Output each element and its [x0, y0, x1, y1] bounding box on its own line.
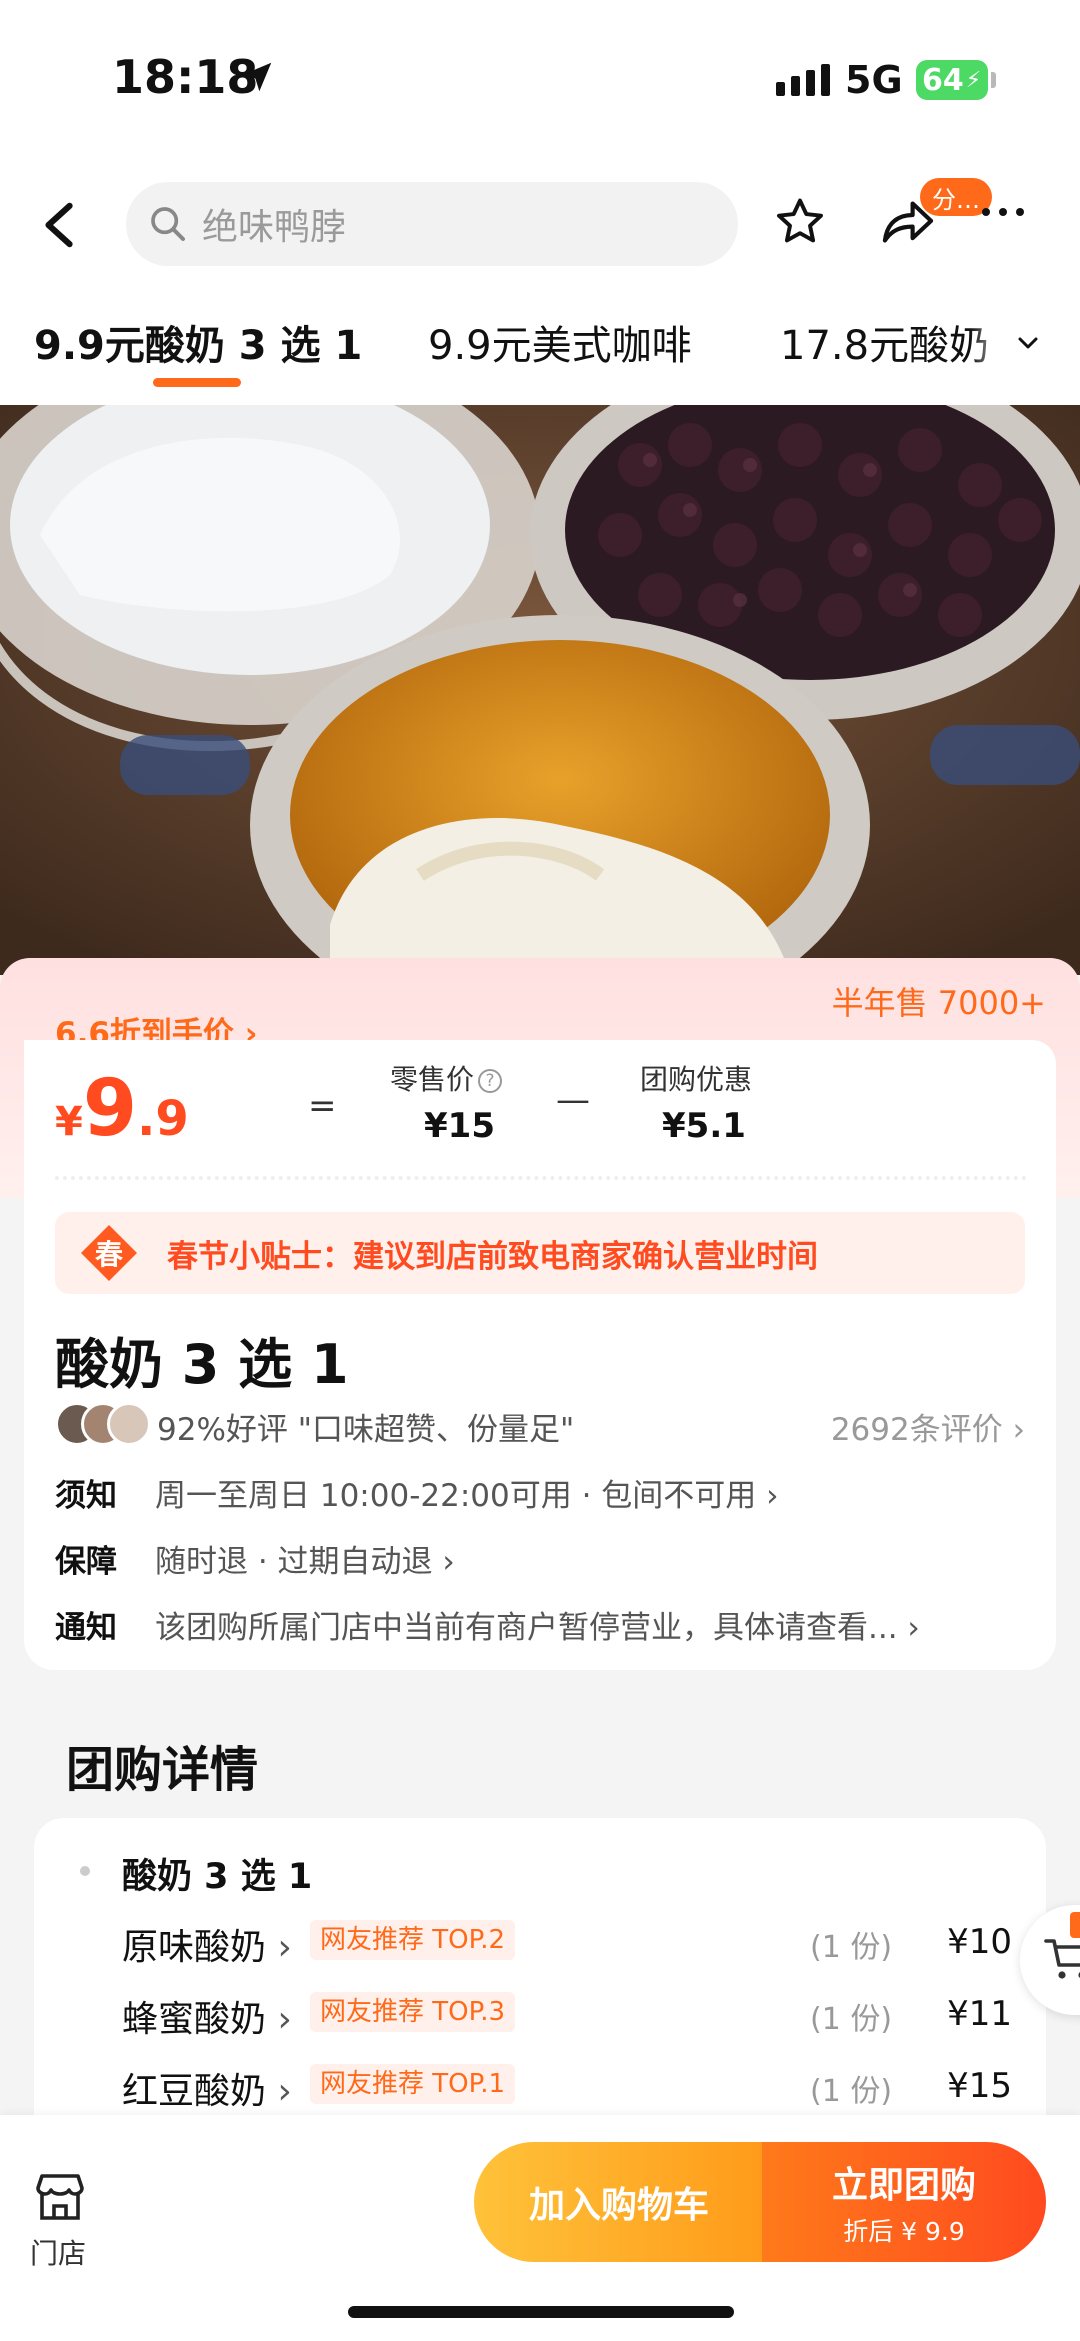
- final-price: ¥9.9: [55, 1064, 189, 1154]
- price-decimal: .9: [137, 1091, 189, 1147]
- guarantee-value-text: 随时退 · 过期自动退: [155, 1544, 433, 1580]
- more-options-icon[interactable]: [982, 208, 1024, 216]
- notice-value-text: 周一至周日 10:00-22:00可用 · 包间不可用: [155, 1478, 757, 1514]
- package-tabs: 9.9元酸奶 3 选 1 9.9元美式咖啡 17.8元酸奶: [0, 285, 1080, 405]
- signal-icon: [776, 64, 830, 96]
- festival-tip-banner: 春 春节小贴士：建议到店前致电商家确认营业时间: [55, 1212, 1025, 1294]
- notice-value: 周一至周日 10:00-22:00可用 · 包间不可用 ›: [155, 1478, 779, 1514]
- guarantee-key: 保障: [55, 1544, 117, 1580]
- status-bar: 18:18 5G 64 ⚡: [0, 0, 1080, 160]
- battery-icon: 64 ⚡: [916, 60, 988, 100]
- item-price: ¥10: [947, 1922, 1012, 1962]
- list-item[interactable]: 红豆酸奶 › 网友推荐 TOP.1 (1 份) ¥15: [122, 2062, 1012, 2118]
- notice-key: 须知: [55, 1478, 117, 1514]
- item-rank-tag: 网友推荐 TOP.1: [310, 2064, 516, 2104]
- detail-heading: 团购详情: [66, 1742, 259, 1798]
- price-integer: 9: [82, 1064, 138, 1154]
- cart-badge-dot: [1070, 1912, 1080, 1938]
- list-item[interactable]: 原味酸奶 › 网友推荐 TOP.2 (1 份) ¥10: [122, 1918, 1012, 1974]
- active-tab-indicator: [153, 378, 241, 387]
- spring-festival-badge-icon: 春: [79, 1223, 139, 1283]
- tab-package-3[interactable]: 17.8元酸奶: [780, 313, 989, 371]
- retail-price-label: 零售价?: [390, 1058, 503, 1098]
- announcement-key: 通知: [55, 1610, 117, 1646]
- item-rank-tag: 网友推荐 TOP.3: [310, 1992, 516, 2032]
- dotted-divider: [55, 1176, 1027, 1180]
- review-count-text: 2692条评价: [830, 1412, 1003, 1448]
- cart-icon: [1044, 1939, 1080, 1979]
- minus-sign: —: [556, 1080, 590, 1120]
- item-name: 原味酸奶 ›: [122, 1927, 292, 1968]
- top-nav-bar: 绝味鸭脖 分…: [0, 160, 1080, 285]
- location-arrow-icon: [242, 62, 272, 92]
- group-discount-value: ¥5.1: [662, 1106, 746, 1146]
- item-name-text: 原味酸奶: [122, 1927, 267, 1968]
- festival-tip-text: 春节小贴士：建议到店前致电商家确认营业时间: [167, 1238, 818, 1275]
- add-to-cart-button[interactable]: 加入购物车: [474, 2142, 764, 2262]
- search-bar[interactable]: 绝味鸭脖: [126, 182, 738, 266]
- half-year-sales: 半年售 7000+: [831, 984, 1046, 1022]
- tab-package-2[interactable]: 9.9元美式咖啡: [428, 313, 692, 371]
- home-indicator[interactable]: [348, 2306, 734, 2318]
- list-item[interactable]: 蜂蜜酸奶 › 网友推荐 TOP.3 (1 份) ¥11: [122, 1990, 1012, 2046]
- item-name-text: 红豆酸奶: [122, 2071, 267, 2112]
- review-summary-row[interactable]: 92%好评 "口味超赞、份量足" 2692条评价 ›: [55, 1398, 1025, 1452]
- announcement-value: 该团购所属门店中当前有商户暂停营业，具体请查看... ›: [155, 1610, 920, 1646]
- spring-badge-char: 春: [94, 1238, 123, 1271]
- product-title: 酸奶 3 选 1: [55, 1333, 349, 1396]
- back-arrow-icon[interactable]: [40, 202, 80, 248]
- item-name-text: 蜂蜜酸奶: [122, 1999, 267, 2040]
- search-placeholder: 绝味鸭脖: [202, 207, 347, 248]
- group-discount-label: 团购优惠: [640, 1063, 753, 1096]
- review-count-link[interactable]: 2692条评价 ›: [831, 1404, 1025, 1449]
- store-label: 门店: [30, 2237, 87, 2270]
- battery-tip: [991, 72, 996, 88]
- favorite-star-icon[interactable]: [772, 194, 828, 250]
- chevron-down-icon[interactable]: [1016, 335, 1040, 351]
- product-image[interactable]: [0, 405, 1080, 975]
- item-price: ¥11: [947, 1994, 1012, 2034]
- battery-level: 64: [922, 62, 964, 98]
- item-quantity: (1 份): [810, 1930, 893, 1965]
- item-rank-tag: 网友推荐 TOP.2: [310, 1920, 516, 1960]
- rating-summary: 92%好评 "口味超赞、份量足": [157, 1412, 575, 1448]
- question-icon[interactable]: ?: [478, 1069, 503, 1093]
- item-name: 红豆酸奶 ›: [122, 2071, 292, 2112]
- buy-now-button[interactable]: 立即团购 折后 ¥ 9.9: [762, 2142, 1046, 2262]
- item-name: 蜂蜜酸奶 ›: [122, 1999, 292, 2040]
- tab-package-1[interactable]: 9.9元酸奶 3 选 1: [34, 313, 362, 371]
- retail-price-value: ¥15: [424, 1106, 495, 1146]
- item-quantity: (1 份): [810, 2002, 893, 2037]
- item-quantity: (1 份): [810, 2074, 893, 2109]
- retail-price-label-text: 零售价: [390, 1063, 475, 1096]
- bullet-dot: [80, 1866, 90, 1876]
- reviewer-avatar: [107, 1402, 151, 1446]
- buy-now-price: 折后 ¥ 9.9: [843, 2217, 965, 2246]
- store-icon: [36, 2174, 84, 2220]
- announcement-value-text: 该团购所属门店中当前有商户暂停营业，具体请查看...: [155, 1610, 898, 1646]
- equals-sign: =: [308, 1086, 337, 1126]
- status-time: 18:18: [112, 50, 259, 104]
- network-type: 5G: [845, 58, 903, 102]
- yogurt-photo-illustration: [0, 405, 1080, 975]
- price-currency: ¥: [55, 1099, 83, 1145]
- buy-now-label: 立即团购: [831, 2165, 976, 2206]
- search-icon: [151, 207, 185, 241]
- item-price: ¥15: [947, 2066, 1012, 2106]
- guarantee-value: 随时退 · 过期自动退 ›: [155, 1544, 455, 1580]
- group-name: 酸奶 3 选 1: [122, 1857, 313, 1897]
